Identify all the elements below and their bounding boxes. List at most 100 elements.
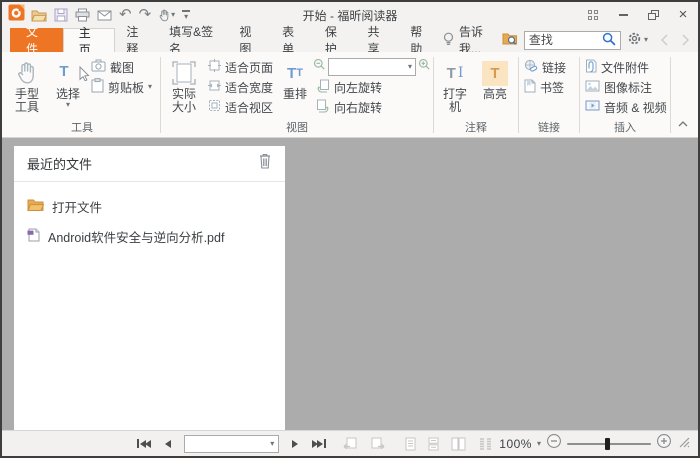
hand-tool-icon — [15, 58, 39, 88]
page-number-combo[interactable]: ▾ — [184, 434, 280, 453]
bookmark-label: 书签 — [540, 80, 565, 95]
recent-file-label: Android软件安全与逆向分析.pdf — [48, 230, 225, 245]
restore-icon[interactable] — [638, 2, 668, 28]
resize-grip-icon[interactable] — [679, 435, 690, 453]
nav-forward-icon[interactable] — [682, 34, 690, 46]
fit-page-icon — [208, 59, 221, 75]
last-page-button[interactable] — [305, 431, 333, 456]
open-file-icon[interactable] — [31, 6, 47, 24]
search-input[interactable] — [528, 33, 602, 47]
tab-share[interactable]: 共享 — [357, 25, 400, 56]
settings-dropdown-arrow[interactable]: ▾ — [644, 36, 648, 44]
group-divider — [670, 57, 671, 133]
audio-video-button[interactable]: 音频 & 视频 — [582, 97, 668, 117]
actual-size-button[interactable]: 实际大小 — [163, 55, 205, 114]
file-attachment-label: 文件附件 — [601, 60, 650, 75]
bookmark-button[interactable]: 书签 — [521, 77, 577, 97]
open-file-item[interactable]: 打开文件 — [27, 191, 272, 221]
recent-files-panel: 最近的文件 打开文件 Android软件安全与逆向分析.pdf — [14, 146, 285, 430]
fit-width-icon — [208, 79, 221, 95]
reflow-button[interactable]: TT 重排 — [277, 55, 313, 101]
recent-files-title: 最近的文件 — [27, 157, 93, 172]
previous-view-icon[interactable] — [337, 431, 364, 456]
single-page-icon[interactable] — [399, 431, 422, 456]
search-folder-icon[interactable] — [502, 32, 518, 48]
next-view-icon[interactable] — [364, 431, 391, 456]
tab-comment[interactable]: 注释 — [115, 25, 158, 56]
zoom-slider[interactable] — [567, 437, 651, 451]
tab-protect[interactable]: 保护 — [314, 25, 357, 56]
zoom-out-button[interactable] — [546, 433, 562, 454]
nav-back-icon[interactable] — [660, 34, 668, 46]
save-icon[interactable] — [54, 6, 68, 24]
customize-toolbar-icon[interactable]: ▾ — [182, 6, 191, 24]
tab-help[interactable]: 帮助 — [399, 25, 442, 56]
trash-icon[interactable] — [258, 153, 272, 174]
zoom-in-icon[interactable] — [418, 58, 431, 76]
fit-page-label: 适合页面 — [225, 60, 274, 75]
hand-quick-icon[interactable]: ▾ — [158, 6, 175, 24]
layout-grid-icon[interactable] — [578, 2, 608, 28]
next-page-button[interactable] — [285, 431, 305, 456]
group-divider — [433, 57, 434, 133]
email-icon[interactable] — [97, 6, 112, 24]
zoom-level-combo[interactable]: ▾ — [328, 58, 416, 76]
ribbon-tab-row: 文件 主页 注释 填写&签名 视图 表单 保护 共享 帮助 告诉我... 查找 … — [2, 25, 698, 57]
clipboard-button[interactable]: 剪贴板 ▾ — [88, 77, 158, 97]
zoom-in-button[interactable] — [656, 433, 672, 454]
collapse-ribbon-icon[interactable] — [678, 114, 688, 132]
group-comment-label: 注释 — [465, 122, 487, 134]
audio-video-icon — [585, 100, 600, 114]
image-annotation-button[interactable]: 图像标注 — [582, 77, 668, 97]
print-icon[interactable] — [75, 6, 90, 24]
prev-page-button[interactable] — [158, 431, 178, 456]
undo-icon[interactable]: ↶ — [119, 6, 132, 24]
zoom-percent-dropdown-arrow[interactable]: ▾ — [537, 439, 541, 448]
highlight-button[interactable]: T 高亮 — [474, 55, 516, 101]
tab-form[interactable]: 表单 — [271, 25, 314, 56]
group-tools: 手型工具 T 选择 ▾ 截图 剪贴板 ▾ 工具 — [6, 52, 158, 137]
clipboard-label: 剪贴板 — [108, 80, 145, 95]
tab-file[interactable]: 文件 — [10, 25, 63, 56]
zoom-out-icon[interactable] — [313, 58, 326, 76]
settings-button[interactable]: ▾ — [627, 31, 648, 49]
zoom-slider-thumb[interactable] — [605, 437, 610, 450]
select-tool-icon: T — [59, 58, 90, 88]
facing-icon[interactable] — [445, 431, 472, 456]
link-icon — [524, 59, 538, 76]
first-page-button[interactable] — [130, 431, 158, 456]
tab-home[interactable]: 主页 — [62, 26, 116, 57]
gear-icon — [627, 31, 642, 49]
fit-visible-button[interactable]: 适合视区 — [205, 97, 277, 117]
clipboard-icon — [91, 78, 104, 96]
group-divider — [160, 57, 161, 133]
snapshot-button[interactable]: 截图 — [88, 57, 158, 77]
rotate-right-button[interactable]: 向右旋转 — [313, 97, 431, 117]
tab-fill-sign[interactable]: 填写&签名 — [158, 25, 228, 56]
minimize-icon[interactable] — [608, 2, 638, 28]
zoom-row: ▾ — [313, 57, 431, 77]
search-icon[interactable] — [602, 32, 616, 49]
recent-file-item[interactable]: Android软件安全与逆向分析.pdf — [27, 221, 272, 251]
search-box[interactable] — [523, 30, 621, 50]
fit-page-button[interactable]: 适合页面 — [205, 57, 277, 77]
lightbulb-icon — [442, 32, 455, 49]
hand-tool-button[interactable]: 手型工具 — [6, 55, 48, 114]
close-icon[interactable]: × — [668, 2, 698, 28]
typewriter-button[interactable]: T I 打字机 — [436, 55, 474, 114]
clipboard-dropdown-arrow[interactable]: ▾ — [148, 83, 152, 91]
continuous-facing-icon[interactable] — [472, 431, 499, 456]
window-controls: × — [578, 2, 698, 28]
select-tool-button[interactable]: T 选择 ▾ — [48, 55, 90, 109]
continuous-icon[interactable] — [422, 431, 445, 456]
link-button[interactable]: 链接 — [521, 57, 577, 77]
file-attachment-icon — [585, 59, 597, 76]
rotate-left-button[interactable]: 向左旋转 — [313, 77, 431, 97]
file-attachment-button[interactable]: 文件附件 — [582, 57, 668, 77]
tab-view[interactable]: 视图 — [228, 25, 271, 56]
zoom-percent-value[interactable]: 100% — [499, 437, 532, 451]
fit-width-button[interactable]: 适合宽度 — [205, 77, 277, 97]
redo-icon[interactable]: ↷ — [139, 6, 152, 24]
hand-dropdown-arrow[interactable]: ▾ — [171, 11, 175, 19]
select-dropdown-arrow[interactable]: ▾ — [66, 101, 70, 109]
